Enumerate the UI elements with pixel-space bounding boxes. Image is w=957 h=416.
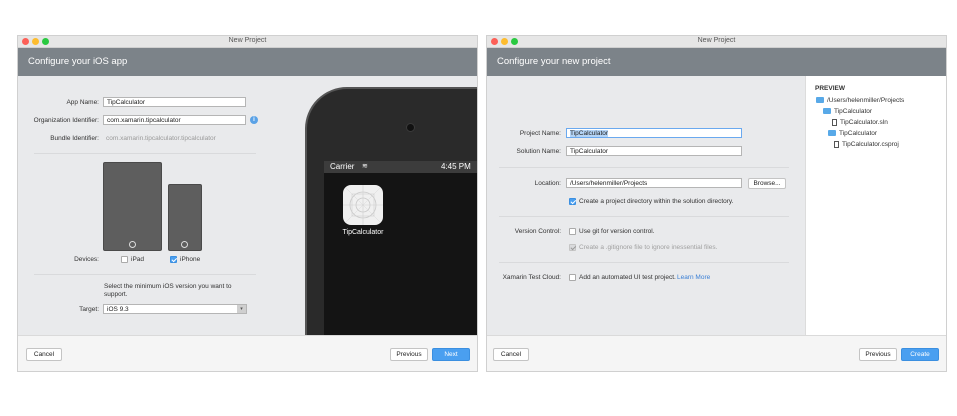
iphone-mockup: Carrier ≋ 4:45 PM TipCalculator [305, 87, 477, 371]
org-id-input[interactable]: com.xamarin.tipcalculator [103, 115, 246, 125]
target-select[interactable]: iOS 9.3 ▾ [103, 304, 247, 314]
home-button-icon [181, 241, 188, 248]
browse-button[interactable]: Browse... [748, 178, 786, 189]
add-test-project-checkbox[interactable] [569, 274, 576, 281]
tree-item-project-folder[interactable]: TipCalculator [828, 130, 877, 137]
carrier-label: Carrier [330, 162, 355, 171]
gitignore-label: Create a .gitignore file to ignore iness… [579, 244, 718, 251]
divider [499, 262, 789, 263]
preview-panel: PREVIEW /Users/helenmiller/Projects TipC… [805, 76, 946, 336]
title-bar: New Project [18, 36, 477, 48]
app-icon-label: TipCalculator [342, 229, 384, 236]
footer-bar: Cancel Previous Next [18, 335, 477, 371]
version-control-label: Version Control: [514, 228, 561, 235]
folder-icon [816, 97, 824, 104]
window-title: New Project [697, 37, 736, 44]
phone-screen: Carrier ≋ 4:45 PM TipCalculator [324, 161, 477, 361]
iphone-checkbox[interactable] [170, 256, 177, 263]
learn-more-link[interactable]: Learn More [677, 274, 710, 281]
preview-title: PREVIEW [815, 85, 845, 92]
target-label: Target: [79, 306, 99, 313]
tree-item-root[interactable]: /Users/helenmiller/Projects [816, 97, 904, 104]
tree-item-solution-folder[interactable]: TipCalculator [823, 108, 872, 115]
location-label: Location: [534, 180, 561, 187]
divider [34, 274, 256, 275]
project-name-value: TipCalculator [570, 130, 609, 137]
file-icon [832, 119, 837, 126]
bundle-id-value: com.xamarin.tipcalculator.tipcalculator [106, 135, 216, 142]
use-git-checkbox[interactable] [569, 228, 576, 235]
window-title: New Project [228, 37, 267, 44]
dropdown-arrow-icon: ▾ [237, 305, 246, 313]
app-icon [343, 185, 383, 225]
status-bar: Carrier ≋ 4:45 PM [324, 161, 477, 173]
tree-item-csproj-file[interactable]: TipCalculator.csproj [834, 141, 899, 148]
create-directory-checkbox[interactable] [569, 198, 576, 205]
target-hint: Select the minimum iOS version you want … [104, 283, 232, 298]
ipad-checkbox[interactable] [121, 256, 128, 263]
folder-icon [828, 130, 836, 137]
devices-label: Devices: [74, 256, 99, 263]
divider [499, 216, 789, 217]
create-button[interactable]: Create [901, 348, 939, 361]
tree-item-sln-file[interactable]: TipCalculator.sln [832, 119, 888, 126]
divider [499, 167, 789, 168]
cancel-button[interactable]: Cancel [26, 348, 62, 361]
file-icon [834, 141, 839, 148]
add-test-project-label: Add an automated UI test project. [579, 274, 676, 281]
project-name-label: Project Name: [519, 130, 561, 137]
bundle-id-label: Bundle Identifier: [50, 135, 99, 142]
front-camera-icon [406, 123, 415, 132]
wifi-icon: ≋ [362, 163, 368, 170]
home-button-icon [129, 241, 136, 248]
iphone-preview-image [168, 184, 202, 251]
divider [34, 153, 256, 154]
time-label: 4:45 PM [441, 162, 471, 171]
info-icon[interactable]: i [250, 116, 258, 124]
org-id-label: Organization Identifier: [33, 117, 99, 124]
gitignore-checkbox[interactable] [569, 244, 576, 251]
previous-button[interactable]: Previous [390, 348, 428, 361]
solution-name-input[interactable]: TipCalculator [566, 146, 742, 156]
page-title: Configure your new project [487, 48, 946, 76]
app-name-label: App Name: [66, 99, 99, 106]
title-bar: New Project [487, 36, 946, 48]
project-name-input[interactable]: TipCalculator [566, 128, 742, 138]
use-git-label: Use git for version control. [579, 228, 655, 235]
folder-icon [823, 108, 831, 115]
previous-button[interactable]: Previous [859, 348, 897, 361]
cancel-button[interactable]: Cancel [493, 348, 529, 361]
ipad-label: iPad [131, 256, 145, 263]
iphone-label: iPhone [180, 256, 201, 263]
create-directory-label: Create a project directory within the so… [579, 198, 734, 205]
page-title: Configure your iOS app [18, 48, 477, 76]
target-value: iOS 9.3 [107, 306, 129, 313]
footer-bar: Cancel Previous Create [487, 335, 946, 371]
test-cloud-label: Xamarin Test Cloud: [502, 274, 561, 281]
new-project-window: New Project Configure your new project P… [487, 36, 946, 371]
ipad-preview-image [103, 162, 162, 251]
solution-name-label: Solution Name: [516, 148, 561, 155]
ios-app-window: New Project Configure your iOS app App N… [18, 36, 477, 371]
next-button[interactable]: Next [432, 348, 470, 361]
app-name-input[interactable]: TipCalculator [103, 97, 246, 107]
location-input[interactable]: /Users/helenmiller/Projects [566, 178, 742, 188]
